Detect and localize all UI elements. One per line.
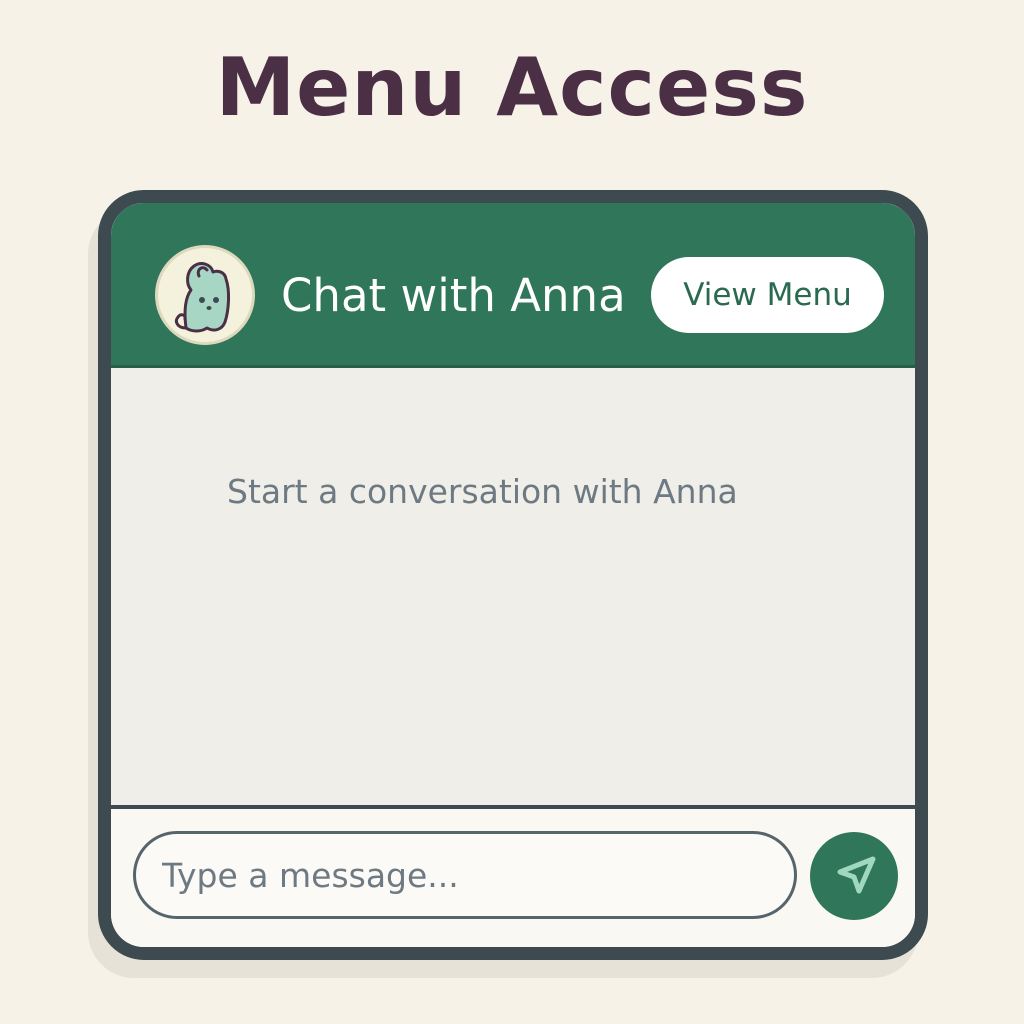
chat-header: Chat with Anna View Menu	[111, 203, 915, 368]
chat-window: Chat with Anna View Menu Start a convers…	[98, 190, 928, 960]
page-title: Menu Access	[215, 41, 809, 134]
message-composer	[111, 809, 915, 947]
send-icon	[837, 856, 876, 894]
send-button[interactable]	[810, 832, 898, 920]
ghost-avatar-icon	[155, 245, 255, 345]
message-area: Start a conversation with Anna	[111, 368, 915, 805]
message-input[interactable]	[133, 831, 797, 919]
empty-state-text: Start a conversation with Anna	[227, 472, 738, 511]
chat-title: Chat with Anna	[281, 269, 626, 322]
view-menu-button[interactable]: View Menu	[651, 257, 884, 333]
